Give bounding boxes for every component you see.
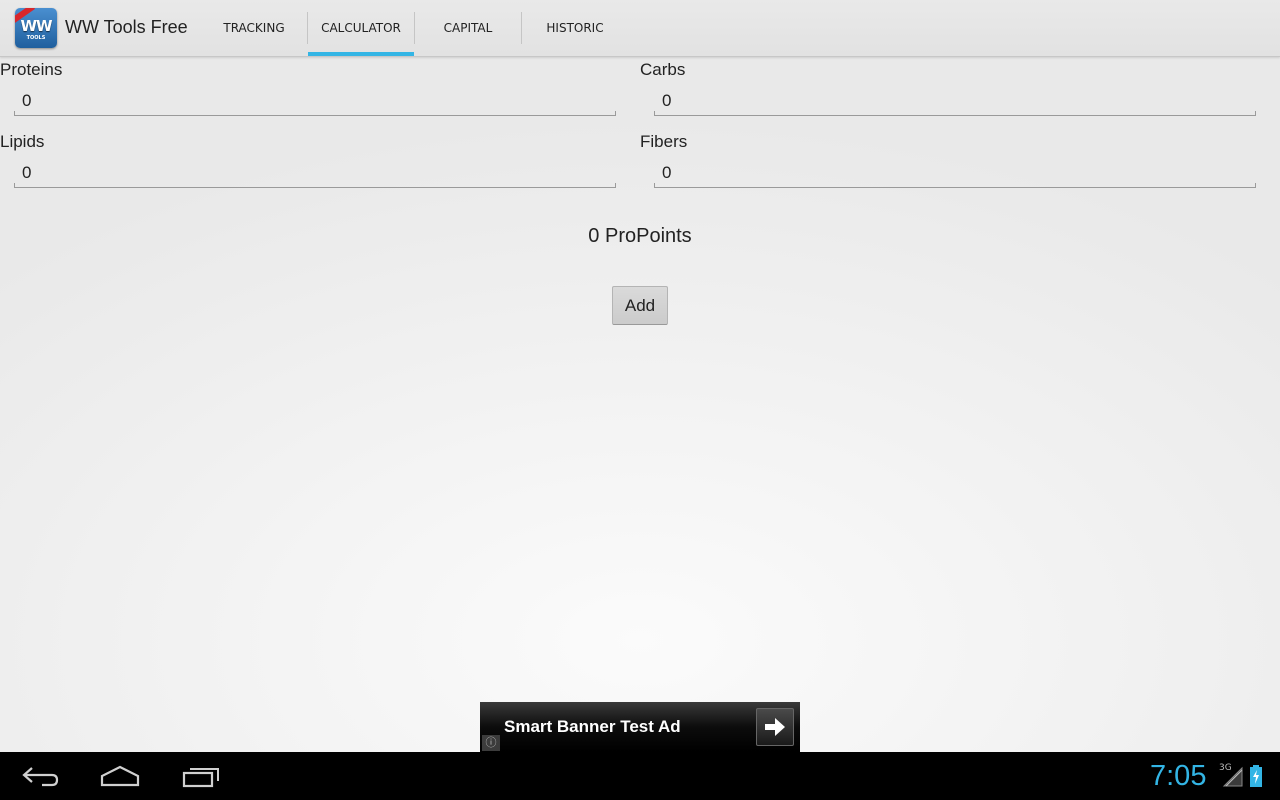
proteins-label: Proteins <box>0 60 63 79</box>
app-icon-text: WW <box>20 17 52 35</box>
fibers-label: Fibers <box>640 132 688 151</box>
lipids-underline <box>14 183 616 188</box>
ad-banner[interactable]: Smart Banner Test Ad ⓘ <box>480 702 800 752</box>
app-icon-subtext: TOOLS <box>26 35 46 41</box>
add-button[interactable]: Add <box>612 286 668 325</box>
recent-apps-icon[interactable] <box>180 762 224 790</box>
battery-charging-icon <box>1248 764 1264 792</box>
tab-tracking[interactable]: TRACKING <box>201 0 307 56</box>
propoints-result: 0 ProPoints <box>588 225 692 247</box>
signal-icon <box>1222 764 1244 792</box>
home-icon[interactable] <box>98 762 142 790</box>
proteins-field[interactable] <box>14 86 616 116</box>
fibers-underline <box>654 183 1256 188</box>
app-icon[interactable]: WW TOOLS <box>15 8 57 48</box>
carbs-field[interactable] <box>654 86 1256 116</box>
carbs-label: Carbs <box>640 60 686 79</box>
right-arrow-icon[interactable] <box>756 708 794 746</box>
carbs-underline <box>654 111 1256 116</box>
tab-calculator[interactable]: CALCULATOR <box>308 0 414 56</box>
back-icon[interactable] <box>18 762 62 790</box>
lipids-label: Lipids <box>0 132 45 151</box>
tab-historic[interactable]: HISTORIC <box>522 0 628 56</box>
ad-text: Smart Banner Test Ad <box>504 717 681 736</box>
status-clock[interactable]: 7:05 <box>1150 760 1206 793</box>
app-title: WW Tools Free <box>65 17 188 37</box>
action-bar: WW TOOLS WW Tools Free TRACKING CALCULAT… <box>0 0 1280 57</box>
ad-info-icon[interactable]: ⓘ <box>482 735 500 751</box>
system-nav-bar: 7:05 3G <box>0 752 1280 800</box>
fibers-field[interactable] <box>654 158 1256 188</box>
tab-capital[interactable]: CAPITAL <box>415 0 521 56</box>
proteins-underline <box>14 111 616 116</box>
lipids-field[interactable] <box>14 158 616 188</box>
